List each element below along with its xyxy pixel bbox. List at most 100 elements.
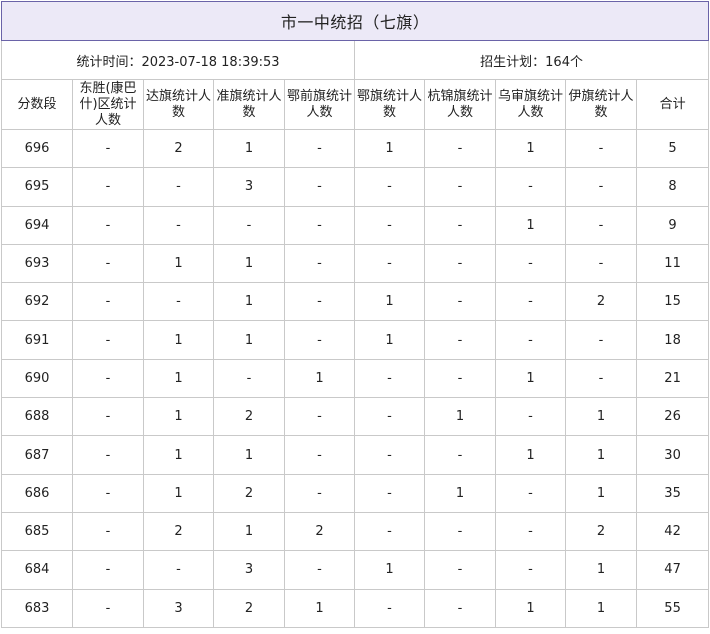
cell-eqi: - [354, 435, 425, 475]
table-row: 688-1 2- -1-1 26 [1, 397, 710, 437]
cell-score: 684 [1, 550, 73, 590]
cell-hangjinqi: - [424, 128, 496, 169]
cell-eqianqi: - [284, 128, 355, 169]
cell-eqi: - [354, 205, 425, 245]
cell-eqi: - [354, 473, 425, 513]
cell-yiqi: 1 [565, 588, 637, 628]
cell-eqi: - [354, 588, 425, 628]
cell-dongsheng: - [72, 243, 144, 284]
cell-daqi: 1 [143, 243, 214, 284]
cell-hangjinqi: - [424, 243, 496, 284]
cell-hangjinqi: 1 [424, 397, 496, 437]
cell-eqi: 1 [354, 320, 425, 360]
cell-score: 686 [1, 473, 73, 513]
cell-daqi: - [143, 205, 214, 245]
cell-total: 21 [635, 358, 710, 399]
cell-eqianqi: - [284, 320, 355, 360]
column-header-row: 分数段 东胜(康巴什)区统计人数 达旗统计人数 准旗统计人数 鄂前旗统计人数 鄂… [1, 79, 710, 130]
column-header-wushenqi: 乌审旗统计人数 [495, 79, 566, 130]
column-header-dongsheng: 东胜(康巴什)区统计人数 [72, 79, 144, 130]
cell-zhunqi: 2 [213, 473, 285, 513]
cell-eqianqi: - [284, 473, 355, 513]
column-header-total: 合计 [635, 79, 710, 130]
table-row: 687-1 1- - -1 1 30 [1, 435, 710, 475]
cell-wushenqi: - [495, 550, 566, 590]
table-row: 686-1 2- -1-1 35 [1, 473, 710, 513]
cell-score: 692 [1, 282, 73, 322]
cell-wushenqi: - [495, 282, 566, 322]
cell-eqianqi: - [284, 435, 355, 475]
cell-eqianqi: 1 [284, 588, 355, 628]
enrollment-plan-value: 164个 [545, 54, 583, 70]
cell-wushenqi: - [495, 320, 566, 360]
cell-zhunqi: - [213, 358, 285, 399]
cell-eqi: 1 [354, 282, 425, 322]
column-header-hangjinqi: 杭锦旗统计人数 [424, 79, 496, 130]
cell-eqianqi: - [284, 205, 355, 245]
cell-eqianqi: - [284, 397, 355, 437]
cell-total: 35 [635, 473, 710, 513]
cell-zhunqi: 1 [213, 282, 285, 322]
column-header-eqianqi: 鄂前旗统计人数 [284, 79, 355, 130]
cell-hangjinqi: - [424, 435, 496, 475]
cell-dongsheng: - [72, 128, 144, 169]
cell-yiqi: 1 [565, 435, 637, 475]
cell-zhunqi: 2 [213, 588, 285, 628]
table-row: 694- - - - - -1-9 [1, 205, 710, 245]
cell-dongsheng: - [72, 397, 144, 437]
cell-zhunqi: - [213, 205, 285, 245]
column-header-daqi: 达旗统计人数 [143, 79, 214, 130]
cell-zhunqi: 3 [213, 167, 285, 207]
stat-time-cell: 统计时间：2023-07-18 18:39:53 [1, 40, 355, 80]
cell-dongsheng: - [72, 435, 144, 475]
stat-time-value: 2023-07-18 18:39:53 [141, 54, 280, 70]
cell-score: 694 [1, 205, 73, 245]
cell-wushenqi: - [495, 243, 566, 284]
cell-dongsheng: - [72, 473, 144, 513]
cell-yiqi: - [565, 205, 637, 245]
table-row: 690-1-1- -1-21 [1, 358, 710, 399]
cell-daqi: - [143, 282, 214, 322]
cell-total: 5 [635, 128, 710, 169]
cell-score: 691 [1, 320, 73, 360]
table-row: 696-2 1-1-1-5 [1, 128, 710, 169]
cell-eqianqi: - [284, 167, 355, 207]
cell-wushenqi: 1 [495, 358, 566, 399]
cell-wushenqi: 1 [495, 128, 566, 169]
cell-eqianqi: - [284, 243, 355, 284]
cell-score: 685 [1, 511, 73, 552]
score-stats-table: 市一中统招（七旗） 统计时间：2023-07-18 18:39:53 招生计划：… [0, 1, 710, 628]
cell-daqi: 2 [143, 128, 214, 169]
table-row: 684- -3-1- -1 47 [1, 550, 710, 590]
cell-yiqi: - [565, 358, 637, 399]
cell-eqi: - [354, 511, 425, 552]
cell-hangjinqi: - [424, 320, 496, 360]
cell-zhunqi: 1 [213, 128, 285, 169]
cell-zhunqi: 1 [213, 243, 285, 284]
cell-eqi: - [354, 243, 425, 284]
cell-daqi: 1 [143, 473, 214, 513]
stat-time-label: 统计时间： [76, 54, 142, 70]
cell-zhunqi: 3 [213, 550, 285, 590]
cell-hangjinqi: - [424, 205, 496, 245]
cell-wushenqi: 1 [495, 205, 566, 245]
table-row: 685-2 1 2- - -2 42 [1, 511, 710, 552]
cell-total: 18 [635, 320, 710, 360]
cell-yiqi: 1 [565, 550, 637, 590]
table-row: 695- -3- - - - -8 [1, 167, 710, 207]
cell-score: 696 [1, 128, 73, 169]
table-row: 683-3 2 1- -1 1 55 [1, 588, 710, 628]
cell-total: 9 [635, 205, 710, 245]
cell-daqi: - [143, 167, 214, 207]
cell-zhunqi: 1 [213, 320, 285, 360]
cell-daqi: - [143, 550, 214, 590]
column-header-zhunqi: 准旗统计人数 [213, 79, 285, 130]
cell-daqi: 1 [143, 435, 214, 475]
column-header-score: 分数段 [1, 79, 73, 130]
cell-zhunqi: 1 [213, 511, 285, 552]
cell-total: 15 [635, 282, 710, 322]
cell-daqi: 3 [143, 588, 214, 628]
cell-hangjinqi: 1 [424, 473, 496, 513]
cell-daqi: 1 [143, 397, 214, 437]
cell-score: 687 [1, 435, 73, 475]
